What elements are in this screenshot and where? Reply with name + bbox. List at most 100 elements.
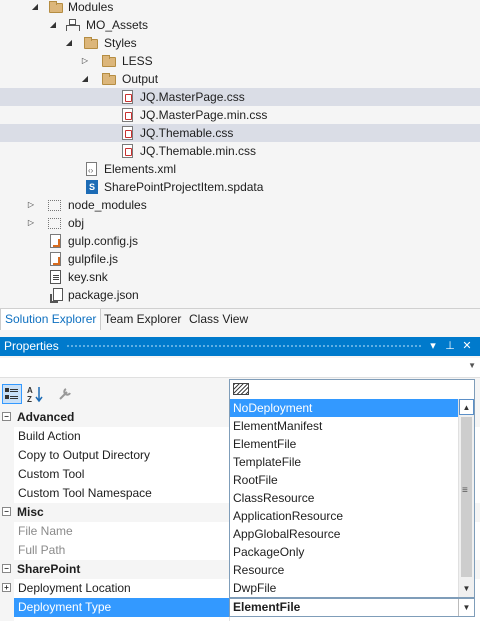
collapse-icon[interactable]: −	[2, 507, 11, 516]
collapse-icon[interactable]: −	[2, 412, 11, 421]
tab-solution-explorer[interactable]: Solution Explorer	[0, 309, 102, 330]
option-dwpfile[interactable]: DwpFile	[230, 579, 458, 597]
tree-item-label: LESS	[122, 54, 153, 68]
tree-item-label: SharePointProjectItem.spdata	[104, 180, 264, 194]
scrollbar-thumb[interactable]	[461, 417, 472, 577]
tree-item-node-modules[interactable]: ▷ node_modules	[0, 196, 480, 214]
tree-item-jq-masterpage-css[interactable]: JQ.MasterPage.css	[0, 88, 480, 106]
dropdown-scrollbar[interactable]: ▲ ▼	[458, 399, 474, 597]
expand-icon[interactable]: +	[2, 583, 11, 592]
option-classresource[interactable]: ClassResource	[230, 489, 458, 507]
tree-item-output[interactable]: ◢ Output	[0, 70, 480, 88]
excluded-folder-icon	[48, 218, 61, 229]
css-file-icon	[122, 90, 133, 104]
tree-item-mo-assets[interactable]: ◢ MO_Assets	[0, 16, 480, 34]
collapse-icon[interactable]: −	[2, 564, 11, 573]
tree-item-package-json[interactable]: package.json	[0, 286, 480, 304]
chevron-down-icon[interactable]: ▼	[458, 599, 474, 616]
property-label: Deployment Location	[18, 581, 131, 595]
expanded-arrow-icon[interactable]: ◢	[64, 34, 74, 52]
property-label: Custom Tool	[18, 467, 85, 481]
window-menu-icon[interactable]: ▾	[426, 337, 440, 356]
option-elementfile[interactable]: ElementFile	[230, 435, 458, 453]
tree-item-gulpfile-js[interactable]: gulpfile.js	[0, 250, 480, 268]
svg-text:A: A	[27, 386, 33, 395]
categorized-icon[interactable]	[2, 384, 22, 404]
scroll-up-icon[interactable]: ▲	[459, 399, 474, 415]
tree-item-label: gulp.config.js	[68, 234, 139, 248]
key-file-icon	[50, 270, 61, 284]
scroll-down-icon[interactable]: ▼	[459, 581, 474, 597]
collapsed-arrow-icon[interactable]: ▷	[26, 214, 36, 232]
option-packageonly[interactable]: PackageOnly	[230, 543, 458, 561]
option-templatefile[interactable]: TemplateFile	[230, 453, 458, 471]
js-file-icon	[50, 252, 61, 266]
solution-explorer-tree: ◢ Modules ◢ MO_Assets ◢ Styles ▷ LESS ◢ …	[0, 0, 480, 308]
option-nodeployment[interactable]: NoDeployment	[230, 399, 458, 417]
tree-item-jq-themable-min-css[interactable]: JQ.Themable.min.css	[0, 142, 480, 160]
js-file-icon	[50, 234, 61, 248]
tab-class-view[interactable]: Class View	[185, 309, 252, 330]
property-label: Build Action	[18, 429, 81, 443]
expanded-arrow-icon[interactable]: ◢	[48, 16, 58, 34]
pin-icon[interactable]: ⊥	[443, 337, 457, 356]
option-rootfile[interactable]: RootFile	[230, 471, 458, 489]
deployment-type-value-box[interactable]: ElementFile ▼	[229, 598, 475, 617]
properties-title-bar[interactable]: Properties ▾ ⊥ ✕	[0, 337, 480, 356]
property-label: Copy to Output Directory	[18, 448, 151, 462]
option-elementmanifest[interactable]: ElementManifest	[230, 417, 458, 435]
folder-icon	[102, 73, 116, 85]
tab-team-explorer[interactable]: Team Explorer	[100, 309, 185, 330]
category-label: Advanced	[17, 410, 75, 424]
collapsed-arrow-icon[interactable]: ▷	[80, 52, 90, 70]
tree-item-label: Elements.xml	[104, 162, 177, 176]
tree-item-elements-xml[interactable]: Elements.xml	[0, 160, 480, 180]
alphabetical-icon[interactable]: A Z	[26, 384, 46, 404]
tree-item-label: obj	[68, 216, 85, 230]
folder-icon	[102, 55, 116, 67]
tree-item-less[interactable]: ▷ LESS	[0, 52, 480, 70]
css-file-icon	[122, 144, 133, 158]
object-selector[interactable]: ▼	[0, 358, 480, 378]
tree-item-label: JQ.MasterPage.css	[140, 90, 245, 104]
tree-item-obj[interactable]: ▷ obj	[0, 214, 480, 232]
tree-item-styles[interactable]: ◢ Styles	[0, 34, 480, 52]
tree-item-jq-masterpage-min-css[interactable]: JQ.MasterPage.min.css	[0, 106, 480, 124]
expanded-arrow-icon[interactable]: ◢	[30, 0, 40, 16]
tree-item-label: JQ.Themable.min.css	[140, 144, 257, 158]
chevron-down-icon[interactable]: ▼	[468, 361, 476, 370]
hatch-pattern-icon	[233, 383, 249, 395]
css-file-icon	[122, 108, 133, 122]
option-applicationresource[interactable]: ApplicationResource	[230, 507, 458, 525]
tree-item-label: node_modules	[68, 198, 147, 212]
close-icon[interactable]: ✕	[460, 337, 474, 356]
property-label: File Name	[18, 524, 73, 538]
tree-item-label: Output	[122, 72, 159, 86]
tree-item-jq-themable-css[interactable]: JQ.Themable.css	[0, 124, 480, 142]
properties-title: Properties	[4, 339, 59, 353]
property-label: Full Path	[18, 543, 66, 557]
dropdown-header	[230, 380, 474, 399]
tree-item-label: gulpfile.js	[68, 252, 119, 266]
property-label: Deployment Type	[18, 600, 112, 614]
svg-text:Z: Z	[27, 395, 32, 404]
tree-item-gulp-config-js[interactable]: gulp.config.js	[0, 232, 480, 250]
tree-item-label: package.json	[68, 288, 139, 302]
tree-item-label: Modules	[68, 0, 114, 14]
option-appglobalresource[interactable]: AppGlobalResource	[230, 525, 458, 543]
wrench-icon[interactable]	[56, 384, 76, 404]
excluded-folder-icon	[48, 200, 61, 211]
tree-item-label: MO_Assets	[86, 18, 149, 32]
tree-item-modules[interactable]: ◢ Modules	[0, 0, 480, 16]
xml-file-icon	[86, 162, 97, 180]
tree-item-key-snk[interactable]: key.snk	[0, 268, 480, 286]
property-label: Custom Tool Namespace	[18, 486, 152, 500]
collapsed-arrow-icon[interactable]: ▷	[26, 196, 36, 214]
deployment-type-dropdown-list[interactable]: NoDeployment ElementManifest ElementFile…	[229, 379, 475, 598]
folder-icon	[84, 37, 98, 49]
drag-grip[interactable]	[66, 344, 422, 349]
expanded-arrow-icon[interactable]: ◢	[80, 70, 90, 88]
tree-item-spdata[interactable]: S SharePointProjectItem.spdata	[0, 178, 480, 196]
module-assets-icon	[66, 18, 80, 32]
option-resource[interactable]: Resource	[230, 561, 458, 579]
